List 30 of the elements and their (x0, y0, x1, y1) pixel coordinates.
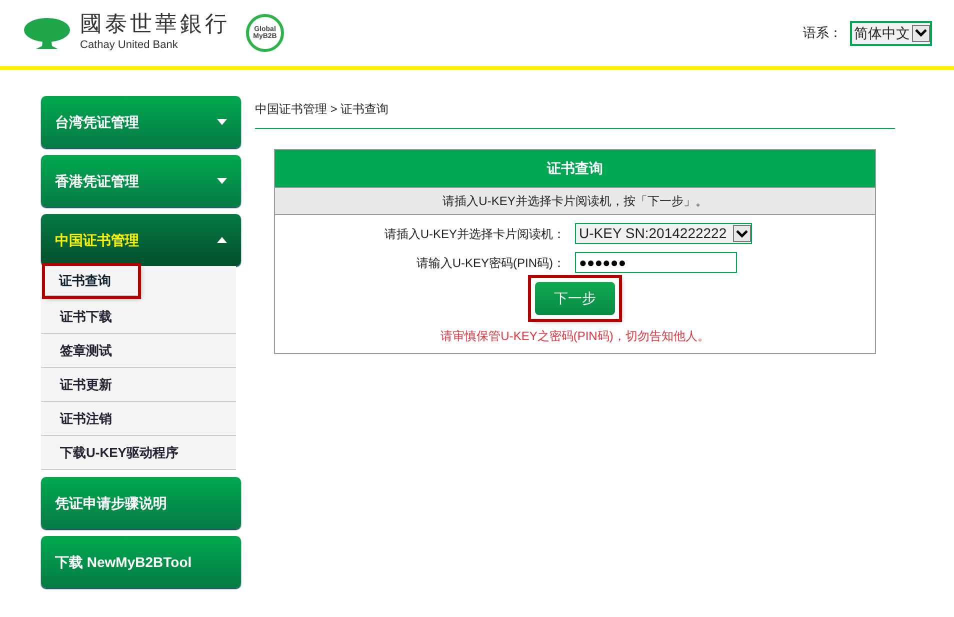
submenu-item[interactable]: 证书查询 (45, 266, 138, 296)
sidebar-group[interactable]: 香港凭证管理 (41, 155, 241, 207)
tree-logo-icon (22, 16, 72, 50)
language-select[interactable]: 简体中文 (850, 20, 932, 46)
language-label: 语系： (803, 24, 842, 42)
warning-text: 请审慎保管U-KEY之密码(PIN码)，切勿告知他人。 (440, 328, 710, 345)
caret-down-icon (217, 119, 227, 125)
submenu-item[interactable]: 证书下载 (41, 300, 236, 334)
caret-up-icon (217, 237, 227, 243)
reader-select[interactable]: U-KEY SN:2014222222 (575, 223, 752, 244)
breadcrumb: 中国证书管理 > 证书查询 (255, 96, 895, 129)
next-button[interactable]: 下一步 (535, 282, 615, 315)
pin-field[interactable]: ●●●●●● (575, 252, 737, 273)
sidebar-group[interactable]: 凭证申请步骤说明 (41, 477, 241, 529)
sidebar-group[interactable]: 下载 NewMyB2BTool (41, 536, 241, 588)
submenu-item[interactable]: 证书注销 (41, 402, 236, 436)
instruction-text: 请插入U-KEY并选择卡片阅读机，按「下一步」。 (275, 187, 875, 215)
bank-name: 國泰世華銀行 (80, 13, 230, 36)
panel-title: 证书查询 (275, 150, 875, 187)
submenu-item[interactable]: 证书更新 (41, 368, 236, 402)
field-label: 请输入U-KEY密码(PIN码)： (415, 254, 566, 272)
caret-down-icon (217, 178, 227, 184)
submenu-item[interactable]: 签章测试 (41, 334, 236, 368)
sidebar-group[interactable]: 台湾凭证管理 (41, 96, 241, 148)
bank-name-english: Cathay United Bank (80, 39, 179, 53)
submenu-item[interactable]: 下载U-KEY驱动程序 (41, 436, 236, 470)
sidebar-group[interactable]: 中国证书管理 (41, 214, 241, 266)
caret-icon (915, 29, 927, 37)
field-label: 请插入U-KEY并选择卡片阅读机： (383, 226, 566, 242)
caret-icon (736, 230, 748, 238)
